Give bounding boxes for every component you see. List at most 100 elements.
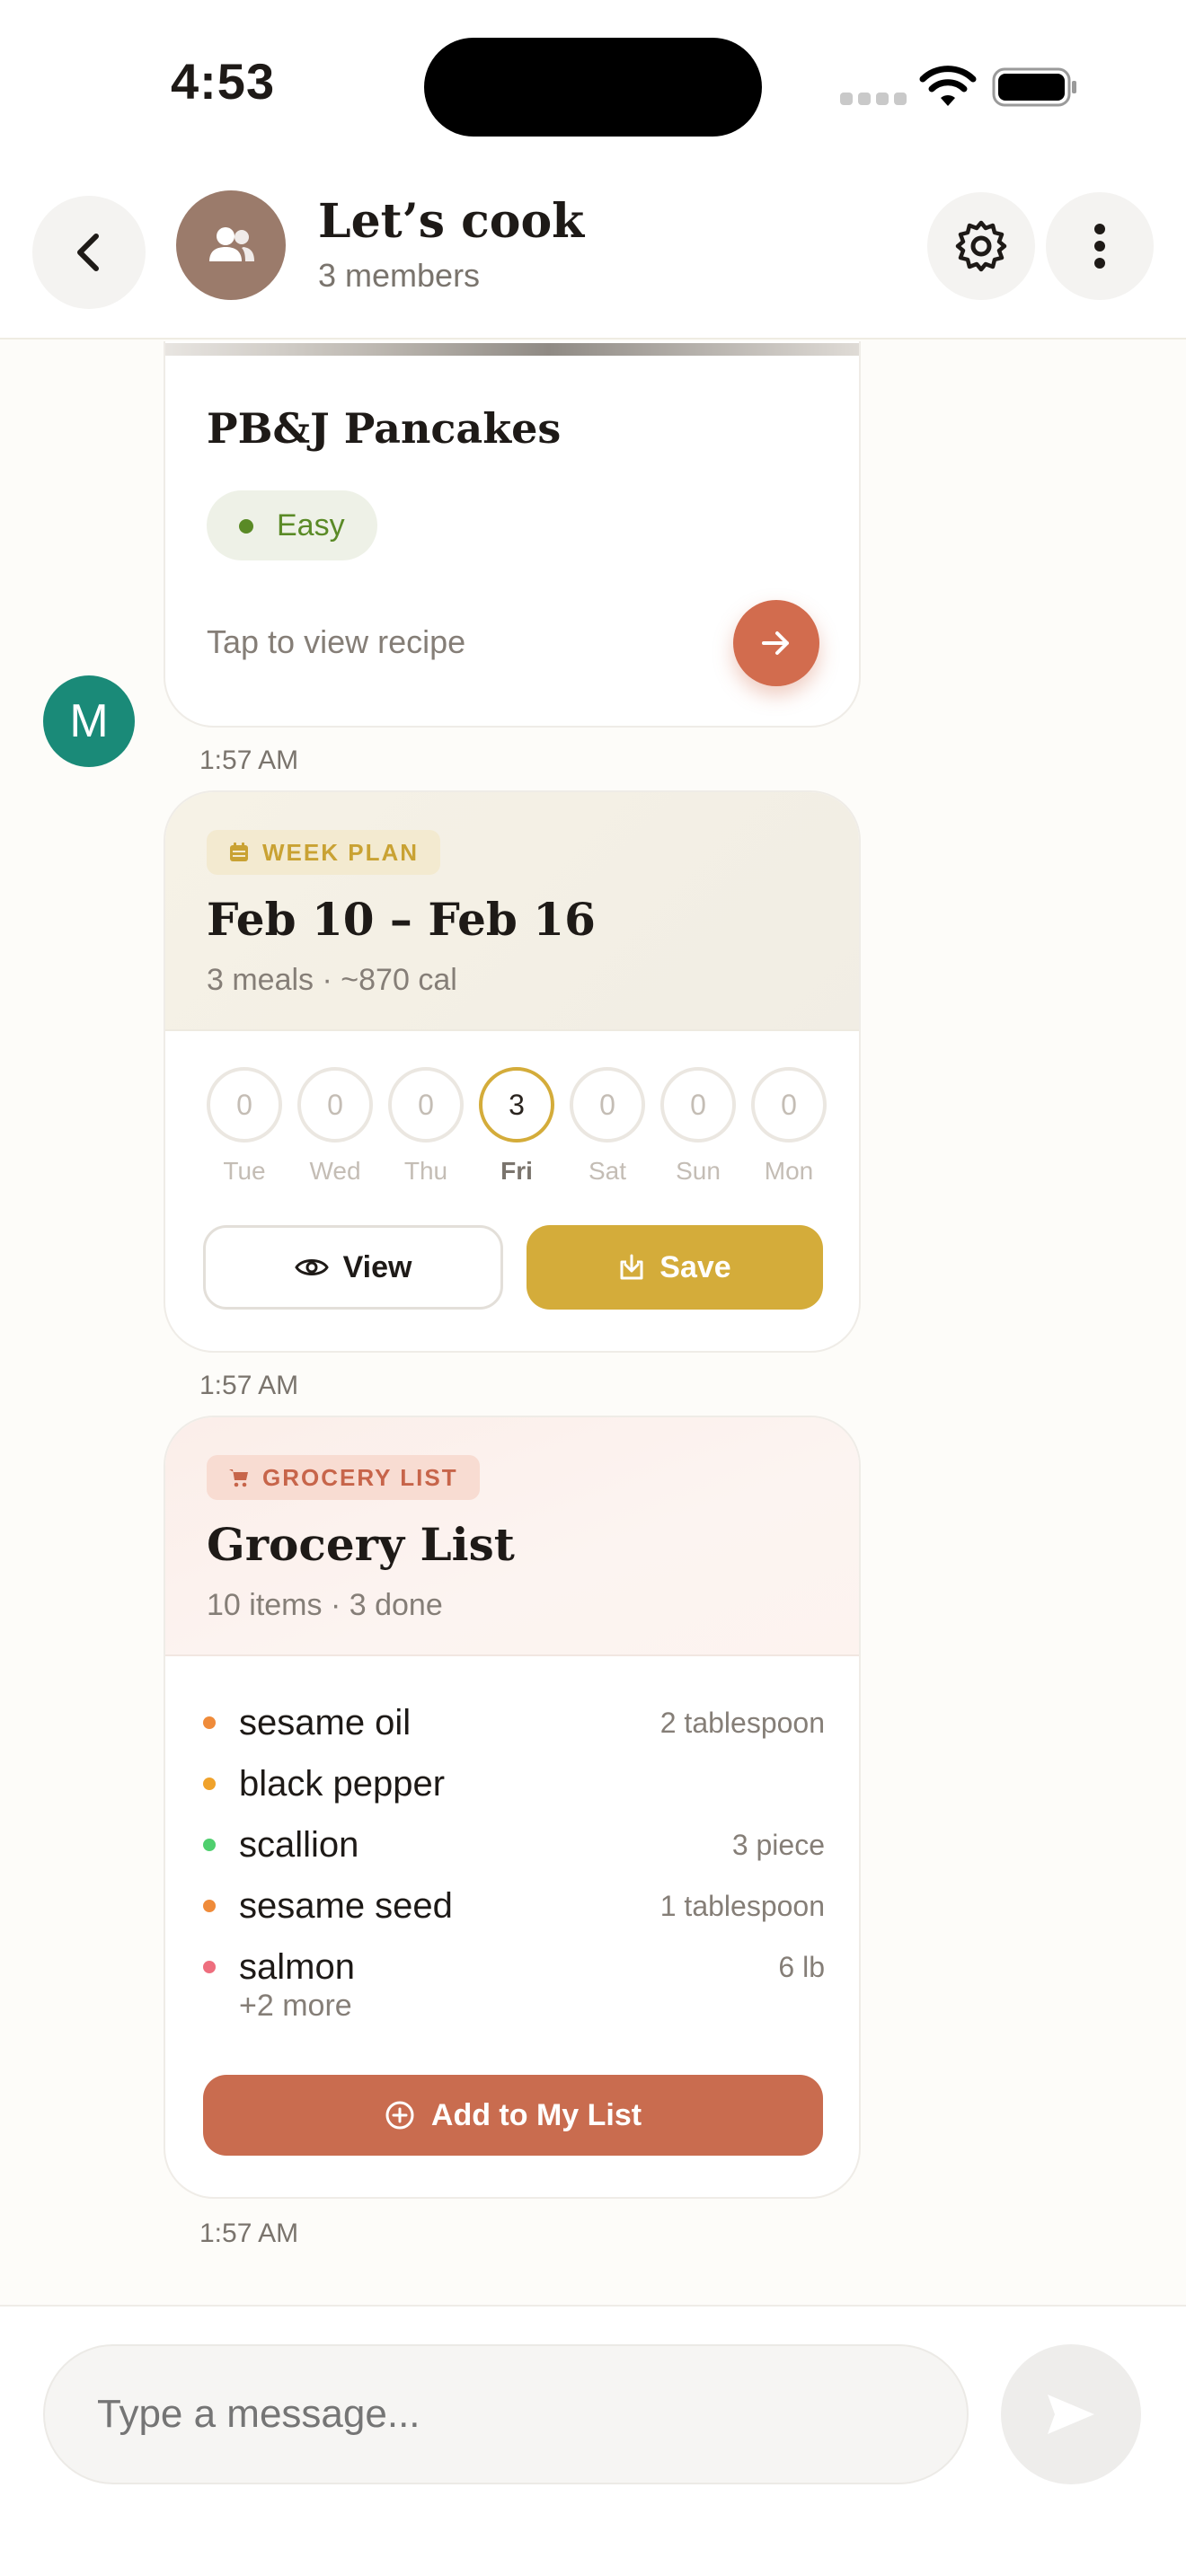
grocery-items: sesame oil 2 tablespoon black pepper sca… xyxy=(203,1692,825,1998)
item-count: 10 items xyxy=(207,1588,323,1622)
day-meal-count: 0 xyxy=(388,1067,464,1142)
status-time: 4:53 xyxy=(171,53,276,110)
day-label: Thu xyxy=(403,1157,448,1185)
day-meal-count: 0 xyxy=(570,1067,645,1142)
grocery-item[interactable]: sesame seed 1 tablespoon xyxy=(203,1875,825,1936)
open-recipe-button[interactable] xyxy=(733,600,819,686)
grocery-list-header: GROCERY LIST Grocery List 10 items · 3 d… xyxy=(165,1417,859,1656)
week-plan-card[interactable]: WEEK PLAN Feb 10 – Feb 16 3 meals · ~870… xyxy=(164,790,861,1353)
add-to-my-list-label: Add to My List xyxy=(430,2097,642,2132)
day-mon[interactable]: 0 Mon xyxy=(751,1067,827,1186)
day-meal-count: 0 xyxy=(751,1067,827,1142)
grocery-item-main: sesame seed xyxy=(203,1886,453,1927)
grocery-item-name: salmon xyxy=(239,1946,355,1987)
send-button[interactable] xyxy=(1001,2344,1141,2484)
message-timestamp: 1:57 AM xyxy=(199,1371,299,1400)
recipe-image xyxy=(165,343,859,356)
grocery-item[interactable]: sesame oil 2 tablespoon xyxy=(203,1692,825,1753)
grocery-list-tag-label: GROCERY LIST xyxy=(262,1464,458,1491)
save-plan-button[interactable]: Save xyxy=(527,1225,823,1310)
message-timestamp: 1:57 AM xyxy=(199,745,299,775)
grocery-item-name: sesame oil xyxy=(239,1702,412,1742)
grocery-item-main: black pepper xyxy=(203,1764,445,1804)
day-thu[interactable]: 0 Thu xyxy=(388,1067,464,1186)
day-label: Sun xyxy=(676,1157,721,1185)
category-dot xyxy=(203,1778,216,1790)
wifi-icon xyxy=(919,66,977,106)
plus-circle-icon xyxy=(385,2101,414,2130)
chat-title: Let’s cook xyxy=(318,194,585,249)
meta-separator: · xyxy=(330,1588,350,1622)
difficulty-badge: Easy xyxy=(207,490,377,560)
save-plan-label: Save xyxy=(659,1249,731,1284)
more-options-button[interactable] xyxy=(1046,192,1154,300)
day-sun[interactable]: 0 Sun xyxy=(660,1067,736,1186)
more-items-link[interactable]: +2 more xyxy=(239,1989,352,2024)
week-days: 0 Tue 0 Wed 0 Thu 3 Fri 0 Sat 0 Sun 0 Mo… xyxy=(207,1067,827,1186)
done-count: 3 done xyxy=(349,1588,443,1622)
message-list[interactable]: PB&J Pancakes Easy Tap to view recipe M … xyxy=(0,341,1186,2305)
week-plan-header: WEEK PLAN Feb 10 – Feb 16 3 meals · ~870… xyxy=(165,792,859,1031)
back-button[interactable] xyxy=(32,196,146,309)
grocery-item-qty: 2 tablespoon xyxy=(659,1706,825,1739)
grocery-item-qty: 3 piece xyxy=(731,1828,825,1861)
day-meal-count: 3 xyxy=(479,1067,554,1142)
week-plan-meta: 3 meals · ~870 cal xyxy=(207,963,457,998)
sender-avatar[interactable]: M xyxy=(43,675,135,767)
grocery-item[interactable]: scallion 3 piece xyxy=(203,1814,825,1875)
category-dot xyxy=(203,1900,216,1912)
day-label: Tue xyxy=(223,1157,266,1185)
category-dot xyxy=(203,1961,216,1973)
message-composer xyxy=(0,2305,1186,2576)
grocery-item-main: scallion xyxy=(203,1825,358,1866)
grocery-item-qty: 6 lb xyxy=(778,1950,825,1983)
chat-header: Let’s cook 3 members xyxy=(0,171,1186,340)
category-dot xyxy=(203,1716,216,1729)
day-meal-count: 0 xyxy=(660,1067,736,1142)
view-plan-button[interactable]: View xyxy=(203,1225,503,1310)
calorie-count: ~870 cal xyxy=(341,963,457,997)
meal-count: 3 meals xyxy=(207,963,314,997)
grocery-list-title: Grocery List xyxy=(207,1518,515,1571)
grocery-list-card[interactable]: GROCERY LIST Grocery List 10 items · 3 d… xyxy=(164,1416,861,2199)
calendar-icon xyxy=(230,842,248,861)
settings-button[interactable] xyxy=(927,192,1035,300)
view-recipe-hint: Tap to view recipe xyxy=(207,623,466,660)
message-input[interactable] xyxy=(43,2344,969,2484)
week-plan-title: Feb 10 – Feb 16 xyxy=(207,893,596,946)
day-label: Wed xyxy=(309,1157,361,1185)
day-sat[interactable]: 0 Sat xyxy=(570,1067,645,1186)
day-label: Sat xyxy=(588,1157,627,1185)
day-tue[interactable]: 0 Tue xyxy=(207,1067,282,1186)
gear-icon xyxy=(955,220,1007,272)
day-fri[interactable]: 3 Fri xyxy=(479,1067,554,1186)
grocery-item[interactable]: black pepper xyxy=(203,1753,825,1814)
week-plan-tag-label: WEEK PLAN xyxy=(262,839,419,866)
grocery-list-meta: 10 items · 3 done xyxy=(207,1588,443,1623)
recipe-card[interactable]: PB&J Pancakes Easy Tap to view recipe xyxy=(164,341,861,728)
grocery-item-name: scallion xyxy=(239,1824,359,1865)
send-icon xyxy=(1048,2395,1094,2434)
day-label: Mon xyxy=(764,1157,814,1185)
dynamic-island xyxy=(424,38,762,137)
cellular-signal-icon xyxy=(840,93,907,105)
meta-separator: · xyxy=(322,963,341,997)
member-count: 3 members xyxy=(318,257,481,294)
grocery-item-name: sesame seed xyxy=(239,1885,453,1926)
grocery-item-main: sesame oil xyxy=(203,1703,411,1743)
week-plan-tag: WEEK PLAN xyxy=(207,830,440,875)
day-wed[interactable]: 0 Wed xyxy=(297,1067,373,1186)
status-bar: 4:53 xyxy=(0,0,1186,171)
arrow-right-icon xyxy=(762,631,789,655)
grocery-list-tag: GROCERY LIST xyxy=(207,1455,480,1500)
recipe-name: PB&J Pancakes xyxy=(207,404,562,453)
users-icon xyxy=(209,227,254,261)
day-label: Fri xyxy=(500,1157,533,1185)
group-avatar[interactable] xyxy=(176,190,286,300)
chevron-left-icon xyxy=(77,234,99,271)
add-to-my-list-button[interactable]: Add to My List xyxy=(203,2075,823,2156)
more-vertical-icon xyxy=(1094,224,1105,269)
battery-icon xyxy=(992,67,1076,107)
category-dot xyxy=(203,1839,216,1851)
download-icon xyxy=(620,1254,643,1280)
